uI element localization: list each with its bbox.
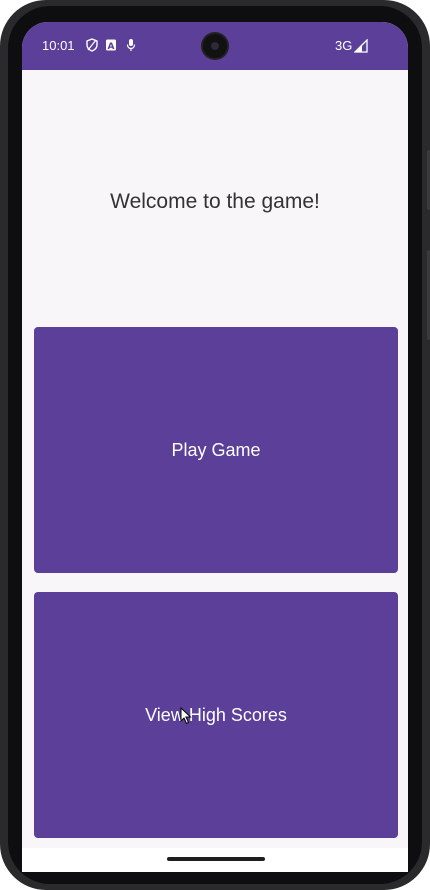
status-time: 10:01: [42, 38, 75, 53]
status-bar: 10:01 A 3G: [22, 22, 408, 70]
navigation-bar: [22, 848, 408, 872]
camera-lens: [211, 42, 219, 50]
signal-icon: [354, 39, 368, 53]
device-frame: 10:01 A 3G Welcome to the game! Play Gam…: [0, 0, 430, 890]
view-high-scores-button[interactable]: View High Scores: [34, 592, 398, 838]
play-game-button[interactable]: Play Game: [34, 327, 398, 573]
screen: 10:01 A 3G Welcome to the game! Play Gam…: [22, 22, 408, 872]
network-type: 3G: [335, 38, 353, 53]
home-gesture-handle[interactable]: [167, 857, 265, 861]
mic-icon: [126, 39, 136, 51]
font-a-icon: A: [106, 39, 116, 52]
svg-text:A: A: [108, 42, 115, 52]
front-camera: [203, 34, 227, 58]
welcome-text: Welcome to the game!: [110, 190, 320, 213]
mouse-cursor-icon: [180, 707, 192, 725]
shield-icon: [86, 38, 98, 52]
play-game-label: Play Game: [171, 439, 261, 460]
view-high-scores-label: View High Scores: [145, 704, 287, 725]
